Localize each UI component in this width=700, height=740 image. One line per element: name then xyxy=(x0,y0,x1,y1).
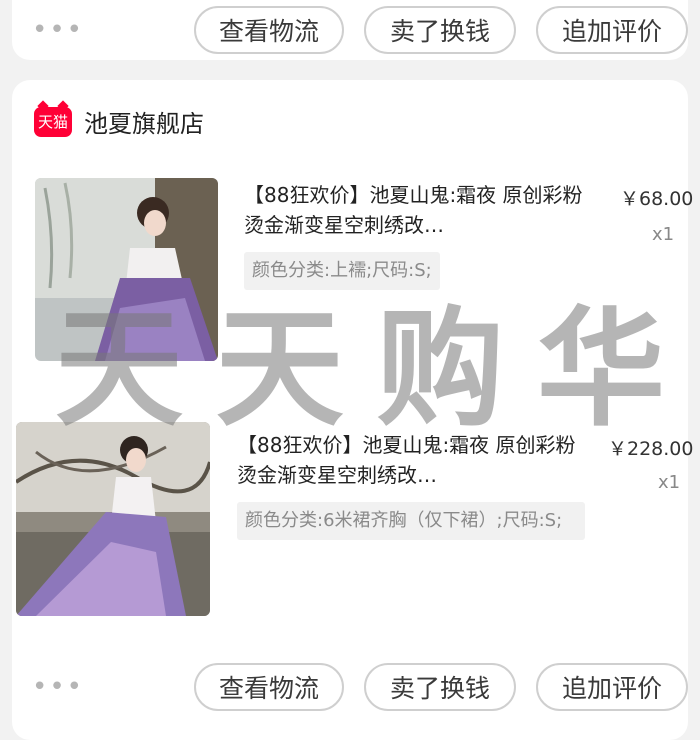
shop-name: 池夏旗舰店 xyxy=(84,110,204,138)
order-action-bar: ••• 查看物流 卖了换钱 追加评价 xyxy=(12,0,688,60)
add-review-button[interactable]: 追加评价 xyxy=(536,663,688,711)
order-card: 天猫 池夏旗舰店 【88狂欢价】池夏山鬼:霜夜 原创彩粉烫金渐变星空刺绣改… ￥… xyxy=(12,80,693,740)
product-image xyxy=(16,422,210,616)
product-title[interactable]: 【88狂欢价】池夏山鬼:霜夜 原创彩粉烫金渐变星空刺绣改… xyxy=(237,430,577,490)
product-price: ￥68.00 xyxy=(620,188,694,210)
product-thumbnail[interactable] xyxy=(16,422,210,616)
product-quantity: x1 xyxy=(652,224,675,245)
order-action-bar: ••• 查看物流 卖了换钱 追加评价 xyxy=(12,657,688,717)
resell-button[interactable]: 卖了换钱 xyxy=(364,663,516,711)
product-price: ￥228.00 xyxy=(608,438,694,460)
product-quantity: x1 xyxy=(658,472,681,493)
shop-header[interactable]: 天猫 池夏旗舰店 xyxy=(34,104,204,139)
view-logistics-button[interactable]: 查看物流 xyxy=(194,6,344,54)
tmall-icon: 天猫 xyxy=(34,106,72,137)
order-item[interactable]: 【88狂欢价】池夏山鬼:霜夜 原创彩粉烫金渐变星空刺绣改… ￥228.00 x1… xyxy=(12,420,693,620)
more-options-button[interactable]: ••• xyxy=(32,17,84,43)
product-thumbnail[interactable] xyxy=(35,178,218,361)
product-spec: 颜色分类:上襦;尺码:S; xyxy=(244,252,440,290)
view-logistics-button[interactable]: 查看物流 xyxy=(194,663,344,711)
product-image xyxy=(35,178,218,361)
product-title[interactable]: 【88狂欢价】池夏山鬼:霜夜 原创彩粉烫金渐变星空刺绣改… xyxy=(244,180,584,240)
resell-button[interactable]: 卖了换钱 xyxy=(364,6,516,54)
previous-order-card: ••• 查看物流 卖了换钱 追加评价 xyxy=(12,0,688,60)
product-spec: 颜色分类:6米裙齐胸（仅下裙）;尺码:S; xyxy=(237,502,585,540)
order-item[interactable]: 【88狂欢价】池夏山鬼:霜夜 原创彩粉烫金渐变星空刺绣改… ￥68.00 x1 … xyxy=(12,178,693,363)
more-options-button[interactable]: ••• xyxy=(32,674,84,700)
add-review-button[interactable]: 追加评价 xyxy=(536,6,688,54)
